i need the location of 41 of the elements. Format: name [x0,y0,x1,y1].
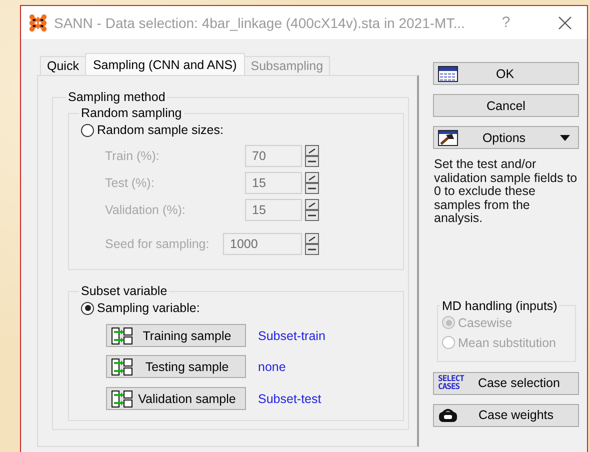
radio-button[interactable] [81,124,94,136]
group-title: Random sampling [80,106,183,120]
options-button[interactable]: Options [433,126,579,149]
field-label: Test (%): [105,176,156,190]
close-icon [558,16,572,30]
field-label: Seed for sampling: [105,236,210,250]
case-selection-button[interactable]: SELECT CASES Case selection [433,372,579,394]
arrow-grid-icon [111,358,133,376]
window-title: SANN - Data selection: 4bar_linkage (400cX14v).sta in 2021-MT... [54,14,466,30]
spin-buttons[interactable] [305,172,319,194]
field-label: Train (%): [105,148,160,162]
group-title: Sampling method [67,90,166,104]
hammer-icon [438,130,458,146]
variable-name: Subset-test [258,392,322,406]
select-cases-icon: SELECT CASES [438,375,464,391]
case-weights-button[interactable]: Case weights [433,404,579,426]
arrow-grid-icon [111,326,133,344]
variable-name: none [258,360,286,374]
cancel-button[interactable]: Cancel [433,94,579,117]
spin-buttons[interactable] [305,232,319,254]
radio-label[interactable]: Random sample sizes: [97,123,224,137]
tab[interactable]: Sampling (CNN and ANS) [84,53,245,75]
variable-name: Subset-train [258,328,326,342]
group-title: MD handling (inputs) [441,298,558,312]
hint-text: Set the test and/or validation sample fields to 0 to exclude these samples from the analysis. [434,158,578,226]
caret-icon [560,134,570,140]
spreadsheet-icon [438,66,458,82]
spin-buttons[interactable] [305,198,319,220]
arrow-grid-icon [111,390,133,408]
field-label: Validation (%): [105,202,186,216]
radio-button[interactable] [81,302,94,314]
ok-button[interactable]: OK [433,62,579,85]
tab[interactable]: Quick [40,56,86,75]
network-icon [29,14,47,32]
group-title: Subset variable [80,284,168,298]
sample-button[interactable]: Testing sample [106,355,246,378]
spin-buttons[interactable] [305,144,319,166]
radio-label[interactable]: Sampling variable: [97,301,200,315]
sample-button[interactable]: Validation sample [106,387,246,410]
weight-icon [438,408,458,422]
sample-button[interactable]: Training sample [106,324,246,347]
